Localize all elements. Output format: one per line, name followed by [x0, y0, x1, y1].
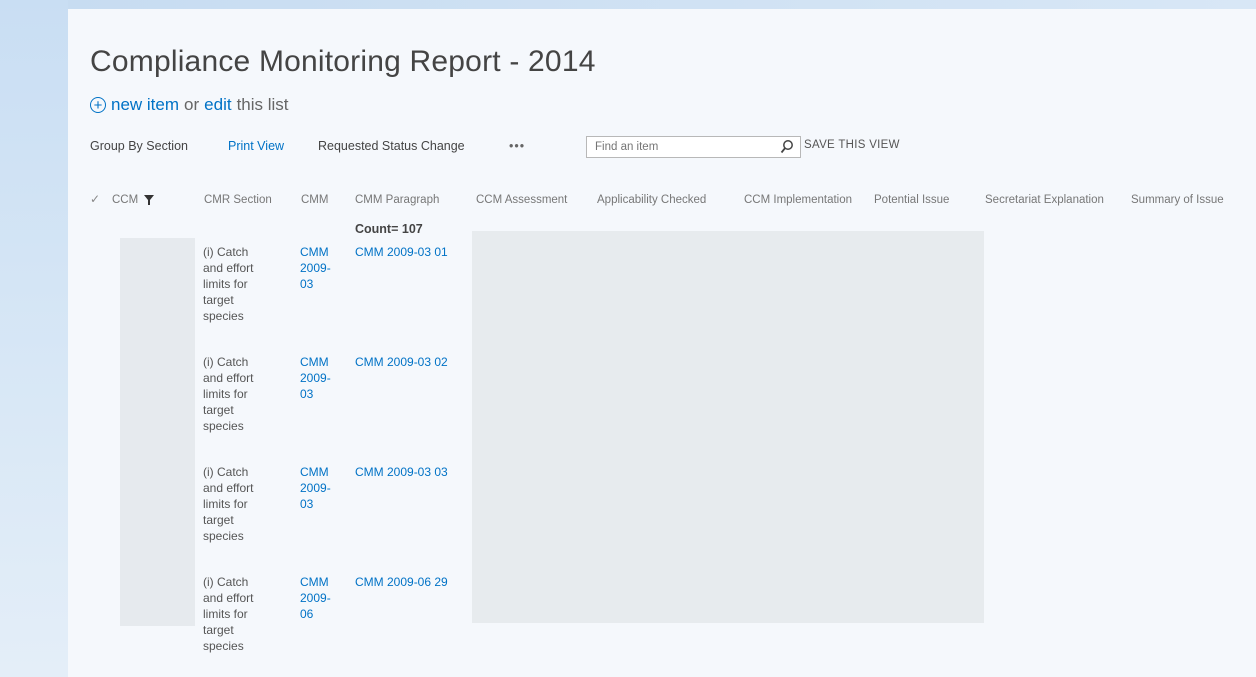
column-header-applicability-checked[interactable]: Applicability Checked: [597, 194, 706, 206]
add-circle-icon[interactable]: +: [90, 97, 106, 113]
ccm-column-cells: [120, 238, 195, 626]
new-item-bar: + new item or edit this list: [90, 95, 289, 115]
column-header-cmr-section[interactable]: CMR Section: [204, 194, 272, 206]
empty-data-cells: [472, 231, 984, 623]
page-title: Compliance Monitoring Report - 2014: [90, 45, 596, 78]
column-header-summary-of-issue[interactable]: Summary of Issue: [1131, 194, 1224, 206]
column-header-secretariat-explanation[interactable]: Secretariat Explanation: [985, 194, 1104, 206]
item-count: Count= 107: [355, 222, 423, 236]
column-header-ccm-assessment[interactable]: CCM Assessment: [476, 194, 567, 206]
cmm-link[interactable]: CMM 2009-03: [300, 354, 340, 402]
cmr-section-cell: (i) Catch and effort limits for target s…: [203, 245, 254, 323]
view-print-view[interactable]: Print View: [228, 139, 284, 153]
top-background-band: [68, 0, 1256, 9]
column-header-cmm-paragraph[interactable]: CMM Paragraph: [355, 194, 439, 206]
cmm-paragraph-link[interactable]: CMM 2009-03 03: [355, 464, 455, 480]
cmr-section-cell: (i) Catch and effort limits for target s…: [203, 355, 254, 433]
or-text: or: [184, 95, 200, 114]
cmm-link[interactable]: CMM 2009-03: [300, 244, 340, 292]
left-background-band: [0, 0, 68, 677]
search-input[interactable]: [593, 140, 767, 154]
search-box[interactable]: [586, 136, 801, 158]
list-page: Compliance Monitoring Report - 2014 + ne…: [68, 9, 1256, 677]
column-header-potential-issue[interactable]: Potential Issue: [874, 194, 949, 206]
search-icon[interactable]: [780, 139, 794, 155]
column-header-ccm-implementation[interactable]: CCM Implementation: [744, 194, 852, 206]
new-item-link[interactable]: new item: [111, 95, 179, 115]
column-header-cmm[interactable]: CMM: [301, 194, 328, 206]
save-this-view-button[interactable]: SAVE THIS VIEW: [804, 139, 900, 151]
cmm-link[interactable]: CMM 2009-06: [300, 574, 340, 622]
view-group-by-section[interactable]: Group By Section: [90, 139, 188, 153]
cmr-section-cell: (i) Catch and effort limits for target s…: [203, 465, 254, 543]
cmm-paragraph-link[interactable]: CMM 2009-06 29: [355, 574, 455, 590]
column-header-ccm-label: CCM: [112, 194, 139, 206]
view-requested-status-change[interactable]: Requested Status Change: [318, 139, 465, 153]
filter-icon[interactable]: [144, 194, 155, 205]
cmm-paragraph-link[interactable]: CMM 2009-03 01: [355, 244, 455, 260]
more-views-ellipsis[interactable]: •••: [509, 139, 525, 153]
cmm-link[interactable]: CMM 2009-03: [300, 464, 340, 512]
cmm-paragraph-link[interactable]: CMM 2009-03 02: [355, 354, 455, 370]
select-all-check-icon[interactable]: ✓: [90, 192, 100, 206]
column-header-ccm[interactable]: CCM: [112, 194, 155, 206]
this-list-text: this list: [236, 95, 289, 114]
edit-list-link[interactable]: edit: [204, 95, 231, 115]
cmr-section-cell: (i) Catch and effort limits for target s…: [203, 575, 254, 653]
